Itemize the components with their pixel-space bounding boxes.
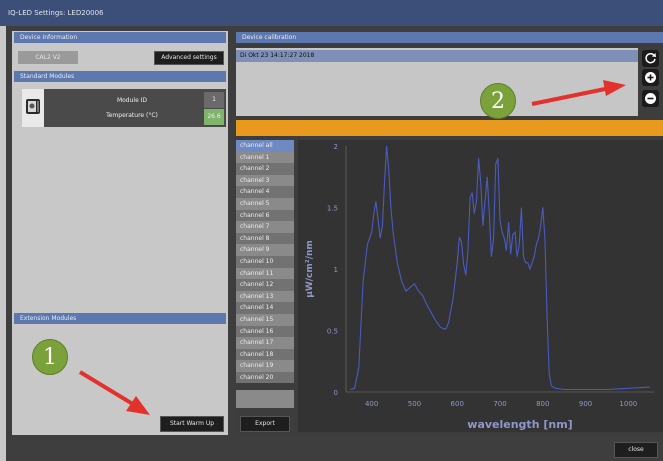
arrow-to-icons	[531, 80, 626, 106]
annotation-arrows	[78, 80, 626, 415]
arrow-to-warm-up	[78, 370, 150, 415]
